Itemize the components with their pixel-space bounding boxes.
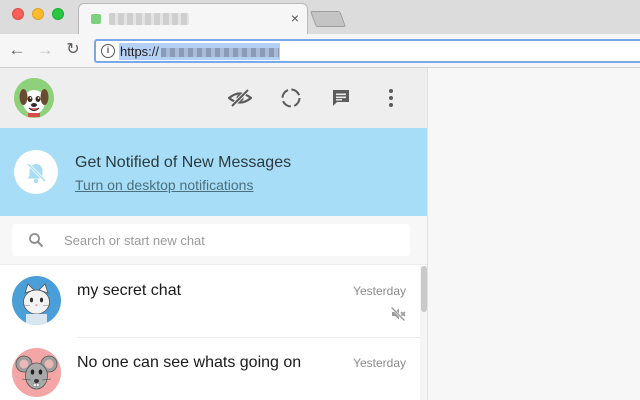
app-header xyxy=(0,68,427,128)
chat-timestamp: Yesterday xyxy=(353,356,406,370)
enable-notifications-link[interactable]: Turn on desktop notifications xyxy=(75,177,253,193)
tab-title-blurred xyxy=(109,13,189,25)
minimize-window-button[interactable] xyxy=(32,8,44,20)
cat-avatar-icon xyxy=(12,276,61,325)
browser-tab[interactable]: × xyxy=(78,3,308,34)
chat-list-scrollbar[interactable] xyxy=(420,266,427,400)
chat-list-item[interactable]: my secret chat Yesterday xyxy=(0,266,420,338)
notification-title: Get Notified of New Messages xyxy=(75,154,292,171)
status-icon[interactable] xyxy=(279,86,303,110)
chat-list: my secret chat Yesterday No one can see … xyxy=(0,266,427,400)
chat-avatar xyxy=(12,276,61,325)
back-button[interactable]: ← xyxy=(7,40,27,60)
bell-off-icon xyxy=(14,150,58,194)
web-app: Get Notified of New Messages Turn on des… xyxy=(0,68,640,400)
notification-banner: Get Notified of New Messages Turn on des… xyxy=(0,128,427,216)
reload-button[interactable]: ↻ xyxy=(63,40,83,60)
chat-name: No one can see whats going on xyxy=(77,354,302,371)
search-bar xyxy=(0,216,427,265)
chat-list-item[interactable]: No one can see whats going on Yesterday xyxy=(0,338,420,400)
zoom-window-button[interactable] xyxy=(52,8,64,20)
chat-avatar xyxy=(12,348,61,397)
address-bar[interactable]: i https:// xyxy=(94,39,640,63)
new-tab-button[interactable] xyxy=(310,11,346,27)
side-panel: Get Notified of New Messages Turn on des… xyxy=(0,68,428,400)
dog-avatar-icon xyxy=(14,78,54,118)
browser-toolbar: ← → ↻ i https:// xyxy=(0,34,640,68)
eye-off-icon[interactable] xyxy=(227,86,253,110)
search-box[interactable] xyxy=(12,224,410,256)
chat-name: my secret chat xyxy=(77,282,182,299)
url-blurred xyxy=(161,48,280,58)
menu-dots-icon[interactable] xyxy=(379,86,403,110)
chat-timestamp: Yesterday xyxy=(353,284,406,298)
conversation-panel-empty xyxy=(428,68,640,400)
forward-button[interactable]: → xyxy=(35,40,55,60)
favicon-icon xyxy=(91,14,101,24)
url-text[interactable]: https:// xyxy=(119,43,281,60)
muted-speaker-icon xyxy=(390,306,406,322)
mouse-avatar-icon xyxy=(12,348,61,397)
profile-avatar[interactable] xyxy=(14,78,54,118)
site-info-icon[interactable]: i xyxy=(101,44,115,58)
scrollbar-thumb[interactable] xyxy=(421,266,427,312)
url-prefix: https:// xyxy=(120,44,160,59)
search-input[interactable] xyxy=(64,224,394,256)
new-chat-icon[interactable] xyxy=(329,86,353,110)
tab-close-icon[interactable]: × xyxy=(291,11,299,25)
browser-tab-strip: × xyxy=(0,0,640,34)
close-window-button[interactable] xyxy=(12,8,24,20)
search-icon xyxy=(28,232,44,248)
